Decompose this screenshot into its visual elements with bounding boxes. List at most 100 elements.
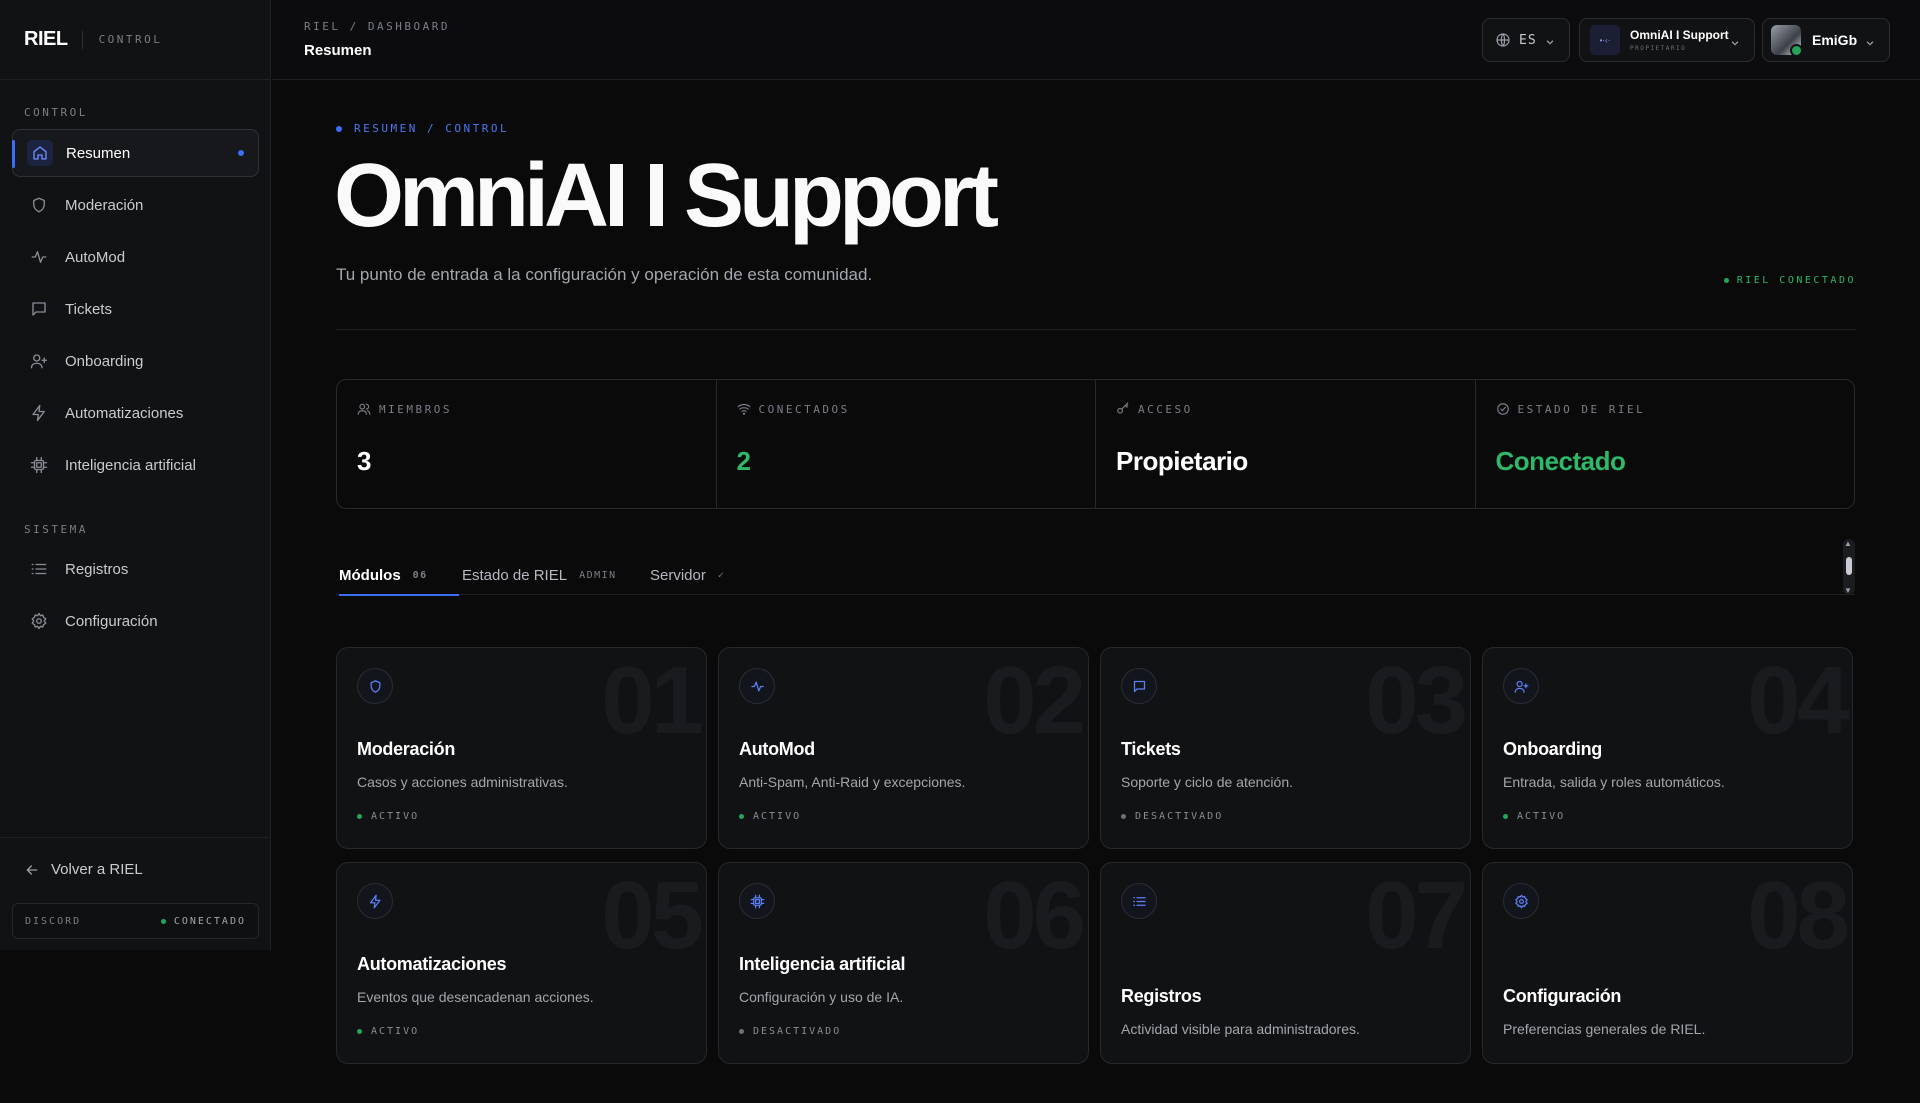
sidebar-item-tickets[interactable]: Tickets	[12, 285, 259, 333]
user-plus-icon	[1503, 668, 1539, 704]
card-number: 02	[983, 647, 1086, 754]
card-number: 04	[1747, 647, 1850, 754]
stat-access: ACCESO Propietario	[1096, 380, 1476, 508]
sidebar-item-automod[interactable]: AutoMod	[12, 233, 259, 281]
stat-value: Conectado	[1495, 446, 1626, 476]
sidebar-item-onboarding[interactable]: Onboarding	[12, 337, 259, 385]
card-title: Tickets	[1121, 739, 1181, 759]
card-description: Entrada, salida y roles automáticos.	[1503, 774, 1725, 790]
status-badge: DESACTIVADO	[1121, 811, 1223, 822]
card-title: Onboarding	[1503, 739, 1602, 759]
sidebar-footer: Volver a RIEL DISCORD CONECTADO	[0, 837, 271, 950]
discord-status: CONECTADO	[161, 916, 246, 927]
sidebar-item-label: Inteligencia artificial	[65, 456, 196, 474]
user-plus-icon	[30, 352, 48, 370]
sidebar-item-label: Moderación	[65, 196, 144, 214]
server-info: OmniAI I Support PROPIETARIO	[1630, 28, 1729, 52]
topbar: RIEL / DASHBOARD Resumen ES •·‹· OmniAI …	[272, 0, 1920, 80]
sidebar-item-configuracion[interactable]: Configuración	[12, 597, 259, 645]
tab-label: Servidor	[650, 566, 706, 584]
hero-kicker: RESUMEN / CONTROL	[336, 122, 509, 135]
module-card-moderacion[interactable]: 01 Moderación Casos y acciones administr…	[336, 647, 707, 849]
status-badge: DESACTIVADO	[739, 1026, 841, 1037]
sidebar-item-label: Resumen	[66, 144, 131, 162]
sidebar-item-inteligencia-artificial[interactable]: Inteligencia artificial	[12, 441, 259, 489]
card-title: AutoMod	[739, 739, 815, 759]
back-to-riel-link[interactable]: Volver a RIEL	[24, 861, 143, 878]
module-card-registros[interactable]: 07 Registros Actividad visible para admi…	[1100, 862, 1471, 1064]
sidebar: RIEL CONTROL CONTROL Resumen Moderación …	[0, 0, 271, 950]
sidebar-item-label: AutoMod	[65, 248, 126, 266]
card-title: Moderación	[357, 739, 456, 759]
language-value: ES	[1519, 32, 1537, 48]
active-indicator-dot	[238, 150, 244, 156]
card-title: Configuración	[1503, 986, 1622, 1006]
scrollbar-thumb[interactable]	[1846, 557, 1852, 575]
stat-members: MIEMBROS 3	[337, 380, 717, 508]
activity-icon	[739, 668, 775, 704]
hero-title: OmniAI I Support	[334, 146, 999, 246]
sidebar-item-resumen[interactable]: Resumen	[12, 129, 259, 177]
page-title: Resumen	[304, 42, 372, 59]
bolt-icon	[30, 404, 48, 422]
user-menu[interactable]: EmiGb	[1762, 18, 1890, 62]
section-system-label: SISTEMA	[24, 523, 88, 536]
key-icon	[1116, 402, 1130, 416]
sidebar-item-moderacion[interactable]: Moderación	[12, 181, 259, 229]
brand: RIEL CONTROL	[0, 0, 270, 80]
card-number: 07	[1365, 862, 1468, 969]
module-card-automatizaciones[interactable]: 05 Automatizaciones Eventos que desencad…	[336, 862, 707, 1064]
card-title: Automatizaciones	[357, 954, 507, 974]
status-badge: ACTIVO	[739, 811, 801, 822]
tab-label: Módulos	[339, 566, 401, 584]
module-card-inteligencia-artificial[interactable]: 06 Inteligencia artificial Configuración…	[718, 862, 1089, 1064]
language-selector[interactable]: ES	[1482, 18, 1570, 62]
list-icon	[30, 560, 48, 578]
card-number: 08	[1747, 862, 1850, 969]
tab-modulos[interactable]: Módulos 06	[339, 555, 459, 596]
activity-icon	[30, 248, 48, 266]
stat-label: ACCESO	[1116, 402, 1193, 416]
stat-value: Propietario	[1116, 446, 1248, 476]
status-badge: ACTIVO	[357, 811, 419, 822]
sidebar-item-automatizaciones[interactable]: Automatizaciones	[12, 389, 259, 437]
stat-label-text: ESTADO DE RIEL	[1517, 402, 1646, 416]
check-circle-icon	[1496, 402, 1510, 416]
chip-icon	[739, 883, 775, 919]
brand-logo[interactable]: RIEL	[24, 28, 68, 51]
list-icon	[1121, 883, 1157, 919]
stat-label: ESTADO DE RIEL	[1496, 402, 1646, 416]
stats-panel: MIEMBROS 3 CONECTADOS 2 ACCESO Propietar…	[336, 379, 1855, 509]
tab-scrollbar[interactable]	[1843, 539, 1855, 595]
stat-label-text: CONECTADOS	[758, 402, 850, 416]
stat-riel-status: ESTADO DE RIEL Conectado	[1476, 380, 1855, 508]
tab-servidor[interactable]: Servidor ✓	[650, 555, 725, 595]
gear-icon	[1503, 883, 1539, 919]
tab-badge: 06	[412, 569, 428, 581]
shield-icon	[357, 668, 393, 704]
stat-label: CONECTADOS	[737, 402, 850, 416]
chevron-down-icon	[1865, 35, 1875, 46]
module-card-automod[interactable]: 02 AutoMod Anti-Spam, Anti-Raid y excepc…	[718, 647, 1089, 849]
riel-status-badge: RIEL CONECTADO	[1724, 275, 1856, 286]
stat-connected: CONECTADOS 2	[717, 380, 1096, 508]
stat-label-text: ACCESO	[1138, 402, 1193, 416]
card-description: Preferencias generales de RIEL.	[1503, 1021, 1706, 1037]
server-selector[interactable]: •·‹· OmniAI I Support PROPIETARIO	[1579, 18, 1755, 62]
hero-subtitle: Tu punto de entrada a la configuración y…	[336, 265, 873, 284]
brand-separator	[81, 30, 83, 49]
module-card-configuracion[interactable]: 08 Configuración Preferencias generales …	[1482, 862, 1853, 1064]
card-description: Anti-Spam, Anti-Raid y excepciones.	[739, 774, 966, 790]
chevron-down-icon	[1545, 35, 1555, 45]
card-number: 01	[601, 647, 704, 754]
sidebar-item-registros[interactable]: Registros	[12, 545, 259, 593]
sidebar-item-label: Registros	[65, 560, 129, 578]
card-title: Registros	[1121, 986, 1202, 1006]
wifi-icon	[737, 402, 751, 416]
home-icon	[27, 140, 53, 166]
tab-badge: ADMIN	[579, 569, 617, 581]
sidebar-item-label: Configuración	[65, 612, 158, 630]
module-card-tickets[interactable]: 03 Tickets Soporte y ciclo de atención. …	[1100, 647, 1471, 849]
module-card-onboarding[interactable]: 04 Onboarding Entrada, salida y roles au…	[1482, 647, 1853, 849]
tab-estado-riel[interactable]: Estado de RIEL ADMIN	[462, 555, 617, 595]
